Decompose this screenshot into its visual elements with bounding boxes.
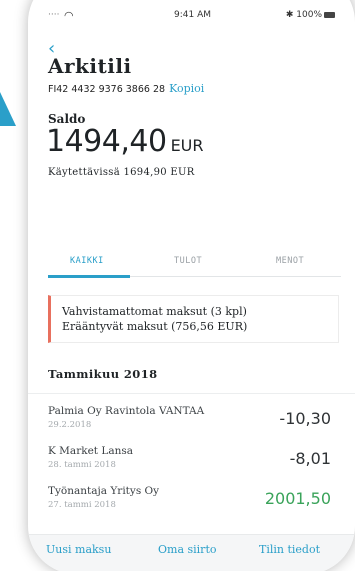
transaction-row[interactable]: Työnantaja Yritys Oy 27. tammi 2018 2001… xyxy=(28,485,355,525)
active-tab-indicator xyxy=(48,275,130,278)
transaction-date: 27. tammi 2018 xyxy=(48,500,116,510)
battery-label: ✱ 100% xyxy=(285,10,322,20)
copy-iban-link[interactable]: Kopioi xyxy=(169,82,204,95)
unconfirmed-payments: Vahvistamattomat maksut (3 kpl) xyxy=(62,305,247,318)
due-payments: Erääntyvät maksut (756,56 EUR) xyxy=(62,320,248,333)
month-heading: Tammikuu 2018 xyxy=(48,367,158,381)
month-divider xyxy=(28,393,355,394)
battery-icon xyxy=(324,11,335,18)
battery-indicator: ✱ 100% xyxy=(286,10,335,20)
wifi-icon: ◠ xyxy=(64,9,74,22)
signal-icon: ···· xyxy=(48,10,60,20)
status-bar: ···· ◠ 9:41 AM ✱ 100% xyxy=(28,9,355,24)
tab-expenses[interactable]: MENOT xyxy=(276,256,304,266)
account-iban: FI42 4432 9376 3866 28 xyxy=(48,84,166,95)
transaction-row[interactable]: K Market Lansa 28. tammi 2018 -8,01 xyxy=(28,445,355,485)
transaction-payee: Työnantaja Yritys Oy xyxy=(48,485,160,497)
transaction-amount: -8,01 xyxy=(289,449,331,468)
decorative-triangle xyxy=(0,92,16,126)
transaction-payee: K Market Lansa xyxy=(48,445,133,457)
new-payment-button[interactable]: Uusi maksu xyxy=(46,543,111,556)
bottom-action-bar: Uusi maksu Oma siirto Tilin tiedot xyxy=(28,534,355,571)
transaction-payee: Palmia Oy Ravintola VANTAA xyxy=(48,405,205,417)
balance-currency: EUR xyxy=(170,136,204,155)
status-time: 9:41 AM xyxy=(174,10,211,20)
transaction-row[interactable]: Palmia Oy Ravintola VANTAA 29.2.2018 -10… xyxy=(28,405,355,445)
available-balance: Käytettävissä 1694,90 EUR xyxy=(48,167,195,178)
balance-value: 1494,40 xyxy=(46,124,167,159)
transaction-amount: -10,30 xyxy=(279,409,331,428)
account-details-button[interactable]: Tilin tiedot xyxy=(259,543,320,556)
transaction-date: 29.2.2018 xyxy=(48,420,92,430)
tab-income[interactable]: TULOT xyxy=(174,256,202,266)
own-transfer-button[interactable]: Oma siirto xyxy=(158,543,217,556)
balance-amount: 1494,40 EUR xyxy=(46,124,204,159)
transaction-date: 28. tammi 2018 xyxy=(48,460,116,470)
phone-frame: ···· ◠ 9:41 AM ✱ 100% ‹ Arkitili FI42 44… xyxy=(28,0,355,571)
page-title: Arkitili xyxy=(48,54,132,78)
pending-payments-box[interactable]: Vahvistamattomat maksut (3 kpl) Erääntyv… xyxy=(48,295,339,343)
tab-all[interactable]: KAIKKI xyxy=(70,256,104,266)
transaction-amount: 2001,50 xyxy=(264,489,331,508)
iban-row: FI42 4432 9376 3866 28 Kopioi xyxy=(48,82,204,95)
app-screen: ···· ◠ 9:41 AM ✱ 100% ‹ Arkitili FI42 44… xyxy=(28,0,355,571)
